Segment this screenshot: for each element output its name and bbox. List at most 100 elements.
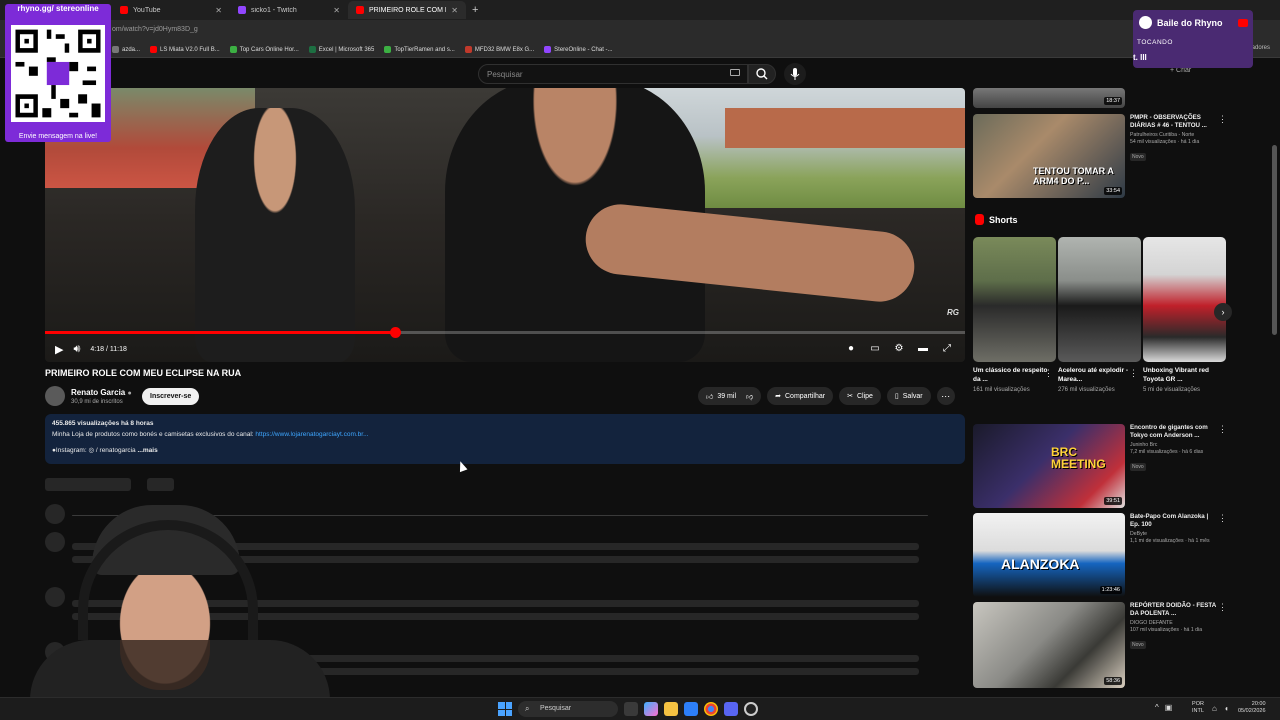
chevron-up-icon[interactable]: ^ xyxy=(1155,703,1159,712)
search-button[interactable] xyxy=(748,64,776,84)
autoplay-toggle-icon[interactable]: ● xyxy=(845,343,857,355)
obs-icon[interactable] xyxy=(744,702,758,716)
recommended-thumbnail[interactable]: BRC MEETING 39:51 xyxy=(973,424,1125,508)
recommended-channel: Patrulheiros Curitiba - Norte xyxy=(1130,132,1195,138)
create-button[interactable]: + Criar xyxy=(1170,67,1191,74)
recommended-thumbnail[interactable]: 18:37 xyxy=(973,88,1125,108)
keyboard-icon[interactable] xyxy=(730,69,740,76)
duration-badge: 18:37 xyxy=(1104,97,1122,105)
bookmark-favicon-icon xyxy=(464,46,472,53)
video-person-passenger xyxy=(195,108,355,362)
clock-date: 05/02/2026 xyxy=(1238,708,1266,714)
bookmark-item[interactable]: Top Cars Online Hor... xyxy=(229,46,299,53)
short-title: Um clássico de respeito da ... xyxy=(973,367,1048,383)
channel-name[interactable]: Renato Garcia ● xyxy=(71,388,132,397)
video-player[interactable]: RG ▶ 🔊︎ 4:18 / 11:18 ● ▭ ⚙ ▬ ⤢ xyxy=(45,88,965,362)
task-view-icon[interactable] xyxy=(624,702,638,716)
clock-time: 20:00 xyxy=(1251,701,1266,707)
bookmark-item[interactable]: TopTierRamen and s... xyxy=(384,46,455,53)
youtube-logo-icon xyxy=(1238,19,1248,27)
recommended-thumbnail[interactable]: 58:36 xyxy=(973,602,1125,688)
browser-tab-twitch[interactable]: sicko1 - Twitch ✕ xyxy=(230,1,348,19)
bookmark-label: LS Miata V2.0 Full B... xyxy=(160,46,220,53)
chrome-icon[interactable] xyxy=(704,702,718,716)
address-bar[interactable]: om/watch?v=jd0Hym83D_g xyxy=(0,20,1280,42)
bookmark-item[interactable]: Excel | Microsoft 365 xyxy=(308,46,374,53)
recommended-thumbnail[interactable]: TENTOU TOMAR A ARM4 DO P... 33:54 xyxy=(973,114,1125,198)
streamer-webcam xyxy=(0,500,340,700)
chevron-right-icon[interactable]: › xyxy=(1214,303,1232,321)
share-button[interactable]: ➦ Compartilhar xyxy=(767,387,834,405)
more-options-icon[interactable]: ⋮ xyxy=(1044,368,1053,379)
bookmark-item[interactable]: MFD32 BMW E8x G... xyxy=(464,46,534,53)
recommended-info[interactable]: Bate-Papo Com Alanzoka | Ep. 100 DeByte … xyxy=(1130,513,1216,544)
clip-button[interactable]: ✂ Clipe xyxy=(839,387,881,405)
play-icon[interactable]: ▶ xyxy=(55,343,63,356)
bookmark-item[interactable]: StereOnline - Chat -... xyxy=(544,46,613,53)
language-indicator[interactable]: POR INTL xyxy=(1190,701,1206,715)
like-button[interactable]: 👍︎ 39 mil 👎︎ xyxy=(698,387,762,405)
short-thumbnail[interactable] xyxy=(1058,237,1141,362)
clip-label: Clipe xyxy=(856,392,873,400)
new-tab-icon[interactable]: + xyxy=(472,4,478,16)
subscribe-button[interactable]: Inscrever-se xyxy=(142,388,200,405)
thumbnail-caption: BRC MEETING xyxy=(1051,445,1106,471)
short-thumbnail[interactable] xyxy=(973,237,1056,362)
video-progress-bar[interactable] xyxy=(45,327,965,338)
channel-avatar[interactable] xyxy=(45,386,65,406)
short-info[interactable]: Acelerou até explodir - Marea... 276 mil… xyxy=(1058,366,1138,394)
more-actions-icon[interactable]: ⋯ xyxy=(936,387,955,405)
close-tab-icon[interactable]: ✕ xyxy=(215,6,222,15)
windows-start-icon[interactable] xyxy=(498,702,512,716)
search-icon: ⌕ xyxy=(525,704,530,713)
voice-search-button[interactable] xyxy=(784,63,806,85)
tray-app-icon[interactable]: ▣ xyxy=(1165,703,1173,712)
volume-icon[interactable]: 🔊︎ xyxy=(73,343,80,356)
settings-icon[interactable]: ⚙ xyxy=(893,343,905,355)
page-scrollbar[interactable] xyxy=(1272,145,1277,335)
more-options-icon[interactable]: ⋮ xyxy=(1218,513,1227,524)
more-options-icon[interactable]: ⋮ xyxy=(1218,602,1227,613)
dislike-icon[interactable]: 👎︎ xyxy=(746,392,753,401)
video-description[interactable]: 455.865 visualizações há 8 horas Minha L… xyxy=(45,414,965,464)
taskbar-search[interactable]: ⌕ Pesquisar xyxy=(518,701,618,717)
subtitles-icon[interactable]: ▭ xyxy=(869,343,881,355)
share-icon: ➦ xyxy=(775,393,781,400)
short-info[interactable]: Unboxing Vibrant red Toyota GR ... 5 mi … xyxy=(1143,366,1223,394)
duration-badge: 39:51 xyxy=(1104,497,1122,505)
recommended-channel: Juninho Brc xyxy=(1130,442,1158,448)
more-options-icon[interactable]: ⋮ xyxy=(1218,114,1227,125)
shorts-header: Shorts xyxy=(975,214,1018,225)
short-thumbnail[interactable] xyxy=(1143,237,1226,362)
recommended-info[interactable]: Encontro de gigantes com Tokyo com Ander… xyxy=(1130,424,1216,473)
short-info[interactable]: Um clássico de respeito da ... 161 mil v… xyxy=(973,366,1053,394)
bookmark-item[interactable]: LS Miata V2.0 Full B... xyxy=(150,46,220,53)
recommended-thumbnail[interactable]: ALANZOKA 1:23:46 xyxy=(973,513,1125,597)
recommended-info[interactable]: REPÓRTER DOIDÃO - FESTA DA POLENTA ... D… xyxy=(1130,602,1216,651)
recommended-info[interactable]: PMPR - OBSERVAÇÕES DIÁRIAS # 46 - TENTOU… xyxy=(1130,114,1216,163)
bookmark-favicon-icon xyxy=(112,46,119,53)
more-options-icon[interactable]: ⋮ xyxy=(1218,424,1227,435)
close-tab-icon[interactable]: ✕ xyxy=(333,6,340,15)
save-button[interactable]: ▯ Salvar xyxy=(886,387,931,405)
discord-icon[interactable] xyxy=(724,702,738,716)
screen: YouTube ✕ sicko1 - Twitch ✕ PRIMEIRO ROL… xyxy=(0,0,1280,720)
search-input[interactable]: Pesquisar xyxy=(478,64,748,84)
network-icon[interactable]: ⌂ xyxy=(1212,704,1217,713)
new-badge: Novo xyxy=(1130,153,1146,161)
store-link[interactable]: https://www.lojarenatogarciayt.com.br... xyxy=(255,431,368,438)
store-icon[interactable] xyxy=(684,702,698,716)
clock[interactable]: 20:00 05/02/2026 xyxy=(1238,701,1266,715)
theater-mode-icon[interactable]: ▬ xyxy=(917,343,929,355)
fullscreen-icon[interactable]: ⤢ xyxy=(941,343,953,355)
file-explorer-icon[interactable] xyxy=(664,702,678,716)
browser-tab-video[interactable]: PRIMEIRO ROLE COM ME ✕ xyxy=(348,1,466,19)
bookmark-item[interactable]: azda... xyxy=(112,46,140,53)
browser-tab-youtube[interactable]: YouTube ✕ xyxy=(112,1,230,19)
url-text[interactable]: om/watch?v=jd0Hym83D_g xyxy=(112,26,198,33)
close-tab-icon[interactable]: ✕ xyxy=(451,6,458,15)
more-options-icon[interactable]: ⋮ xyxy=(1129,368,1138,379)
show-more-link[interactable]: ...mais xyxy=(137,447,157,454)
copilot-icon[interactable] xyxy=(644,702,658,716)
volume-icon[interactable]: ◖ xyxy=(1224,704,1229,713)
